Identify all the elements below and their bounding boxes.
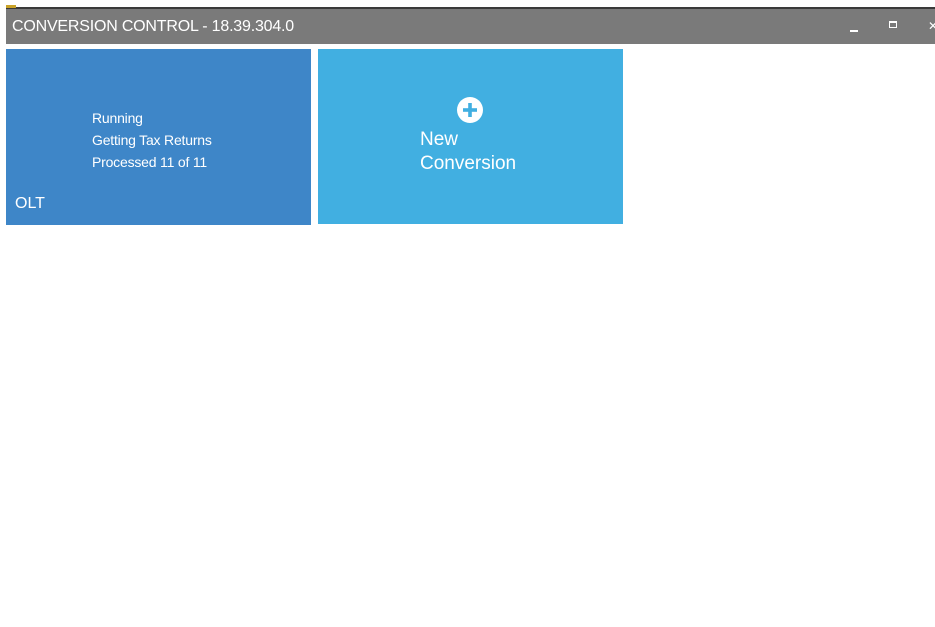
minimize-button[interactable]: [844, 15, 866, 37]
new-label-line2: Conversion: [420, 153, 517, 174]
window-title: CONVERSION CONTROL - 18.39.304.0: [12, 18, 294, 35]
status-progress: Processed 11 of 11: [92, 154, 207, 170]
top-strip: [0, 0, 935, 9]
new-label-line1: New: [420, 129, 459, 150]
title-bar[interactable]: CONVERSION CONTROL - 18.39.304.0 ✕: [6, 9, 935, 44]
close-button[interactable]: ✕: [922, 15, 935, 37]
status-step: Getting Tax Returns: [92, 132, 212, 148]
new-conversion-tile[interactable]: New Conversion: [318, 49, 623, 224]
conversion-tile-olt[interactable]: Running Getting Tax Returns Processed 11…: [6, 49, 311, 225]
tile-name: OLT: [15, 195, 45, 212]
plus-circle-icon: [457, 97, 483, 123]
minimize-icon: [850, 30, 858, 32]
new-conversion-label: New Conversion: [420, 128, 516, 176]
close-icon: ✕: [927, 19, 935, 33]
tile-status: Running Getting Tax Returns Processed 11…: [92, 107, 212, 173]
status-state: Running: [92, 110, 143, 126]
top-edge-accent: [6, 5, 16, 8]
maximize-button[interactable]: [883, 15, 905, 37]
maximize-icon: [889, 21, 897, 28]
